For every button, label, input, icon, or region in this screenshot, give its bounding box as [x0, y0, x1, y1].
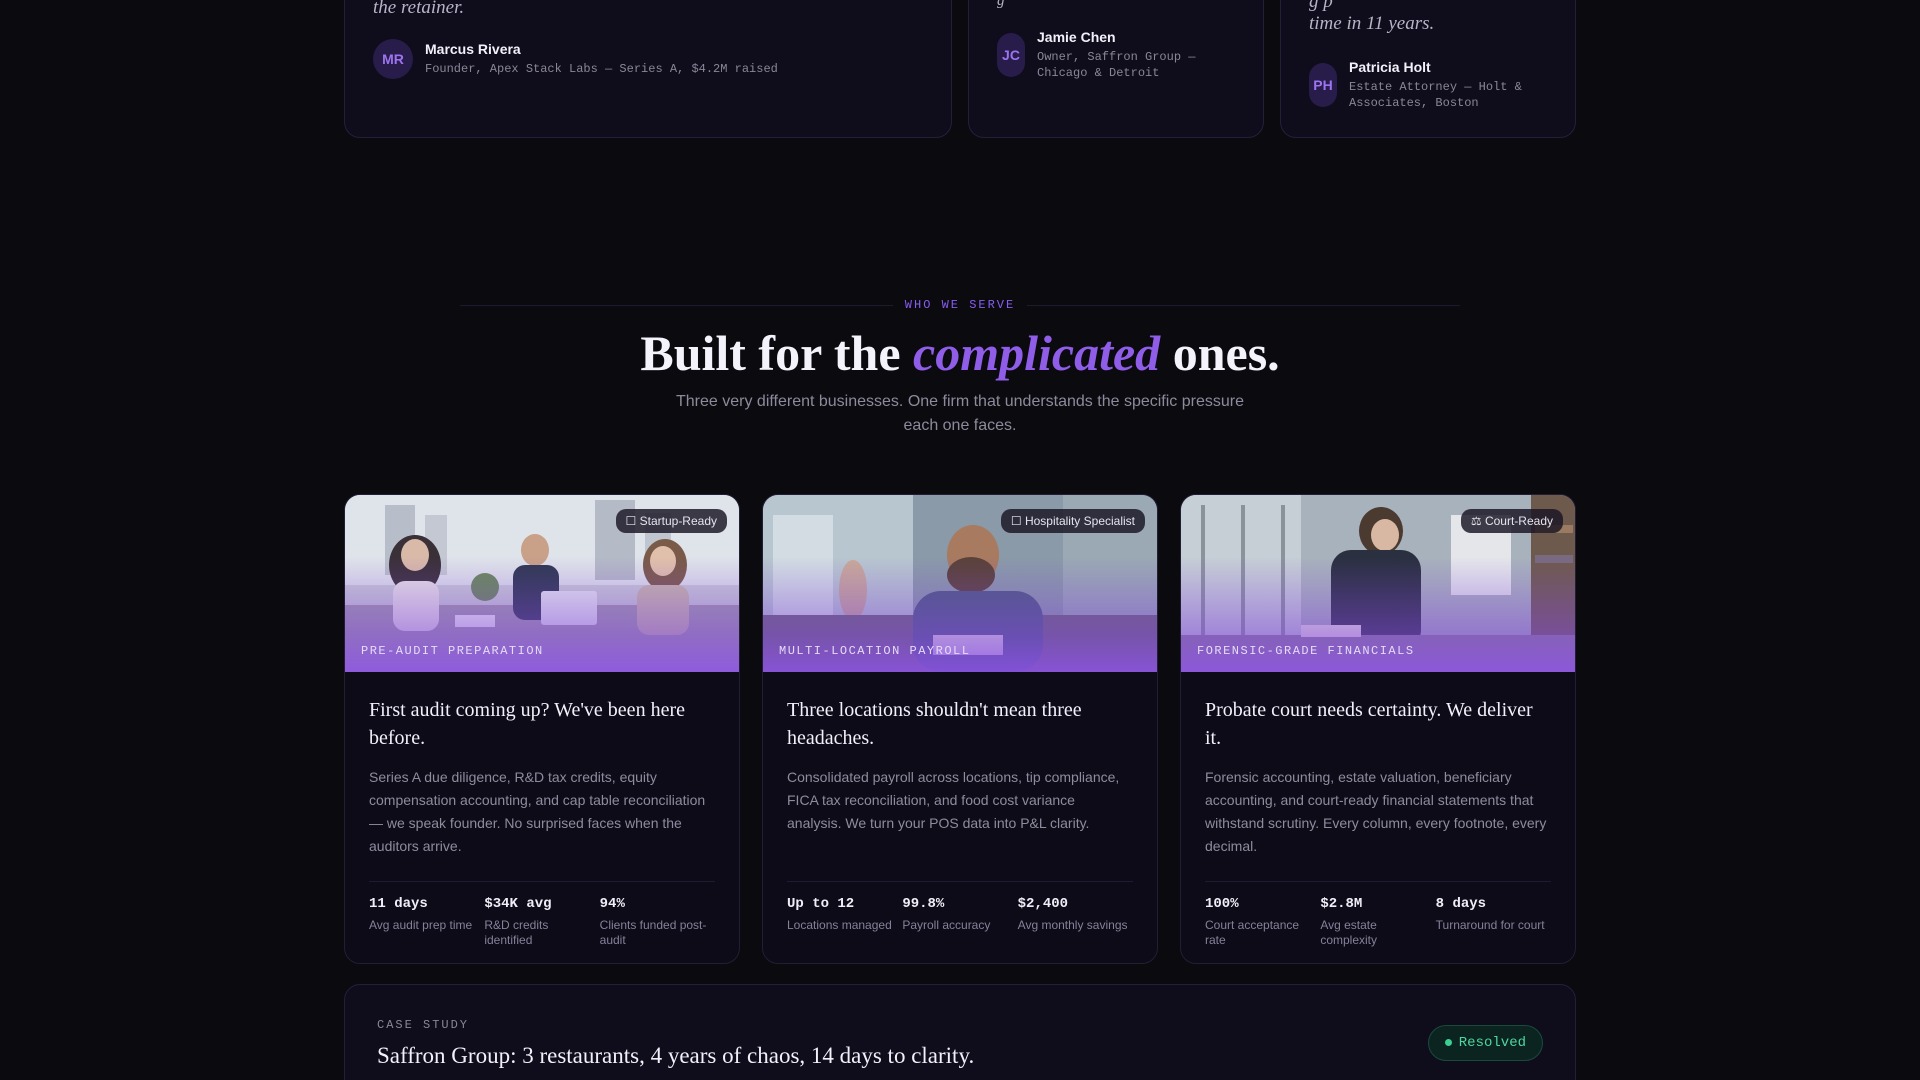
card-title: Probate court needs certainty. We delive…: [1205, 699, 1533, 749]
author-name: Patricia Holt: [1349, 59, 1431, 75]
testimonial-quote-line2: time in 11 years.: [1309, 13, 1435, 34]
badge-startup-ready: ☐ Startup-Ready: [615, 509, 727, 533]
stat-value: $2,400: [1017, 896, 1069, 912]
card-stats: 100% Court acceptance rate $2.8M Avg estat…: [1205, 896, 1551, 948]
stat-item: $2,400 Avg monthly savings: [1018, 896, 1133, 933]
stat-value: 8 days: [1435, 896, 1487, 912]
service-card-startup[interactable]: ☐ Startup-Ready PRE-AUDIT PREPARATION Fi…: [344, 494, 740, 964]
stat-value: $34K avg: [484, 896, 552, 912]
stat-item: Up to 12 Locations managed: [787, 896, 902, 933]
card-image: ☐ Hospitality Specialist MULTI-LOCATION …: [763, 495, 1157, 672]
stat-value: 99.8%: [902, 896, 945, 912]
stat-value: 11 days: [369, 896, 428, 912]
card-title: Three locations shouldn't mean three hea…: [787, 699, 1082, 749]
stat-value: 94%: [599, 896, 625, 912]
author-name: Jamie Chen: [1037, 29, 1116, 45]
card-divider: [787, 881, 1133, 882]
card-body: Three locations shouldn't mean three hea…: [763, 672, 1157, 933]
avatar: PH: [1309, 63, 1337, 107]
card-stats: Up to 12 Locations managed 99.8% Payroll a…: [787, 896, 1133, 933]
badge-hospitality-specialist: ☐ Hospitality Specialist: [1000, 509, 1145, 533]
card-description: Series A due diligence, R&D tax credits,…: [369, 769, 706, 854]
card-divider: [1205, 881, 1551, 882]
stat-label: Avg monthly savings: [1017, 918, 1128, 932]
stat-item: 100% Court acceptance rate: [1205, 896, 1320, 948]
section-subhead: Three very different businesses. One fir…: [676, 393, 1244, 434]
author-role-line2: Chicago & Detroit: [1037, 66, 1160, 80]
status-badge: Resolved: [1427, 1025, 1543, 1061]
author-role: Founder, Apex Stack Labs — Series A, $4.…: [425, 62, 778, 76]
testimonial-quote: the retainer.: [373, 0, 465, 18]
testimonial-card-3: g p time in 11 years. PH Patricia Holt E…: [1280, 0, 1576, 138]
testimonial-card-2: g JC Jamie Chen Owner, Saffron Group — C…: [968, 0, 1264, 138]
card-divider: [369, 881, 715, 882]
page: the retainer. MR Marcus Rivera Founder, …: [0, 0, 1920, 1080]
testimonial-card-1: the retainer. MR Marcus Rivera Founder, …: [344, 0, 952, 138]
card-description: Consolidated payroll across locations, t…: [787, 769, 1120, 831]
card-title: First audit coming up? We've been here b…: [369, 699, 685, 749]
headline-accent: complicated: [913, 325, 1161, 381]
author-role-line2: Associates, Boston: [1349, 96, 1479, 110]
stat-item: 94% Clients funded post-audit: [600, 896, 715, 948]
eyebrow-divider-left: [460, 304, 893, 306]
stat-label: Avg audit prep time: [369, 918, 473, 932]
card-description: Forensic accounting, estate valuation, b…: [1205, 769, 1547, 854]
stat-item: 11 days Avg audit prep time: [369, 896, 484, 948]
service-card-court[interactable]: ⚖ Court-Ready FORENSIC-GRADE FINANCIALS …: [1180, 494, 1576, 964]
testimonial-quote-line1: g p: [1309, 0, 1333, 12]
card-stats: 11 days Avg audit prep time $34K avg R&D c…: [369, 896, 715, 948]
case-study-card[interactable]: CASE STUDY Saffron Group: 3 restaurants,…: [344, 984, 1576, 1080]
status-dot-icon: [1444, 1038, 1452, 1046]
stat-label: Avg estate complexity: [1320, 918, 1378, 947]
image-label: FORENSIC-GRADE FINANCIALS: [1197, 644, 1415, 658]
badge-court-ready: ⚖ Court-Ready: [1460, 509, 1563, 533]
status-text: Resolved: [1458, 1035, 1526, 1051]
stat-item: $34K avg R&D credits identified: [484, 896, 599, 948]
testimonial-author: PH Patricia Holt Estate Attorney — Holt …: [1309, 59, 1522, 111]
card-image: ⚖ Court-Ready FORENSIC-GRADE FINANCIALS: [1181, 495, 1575, 672]
stat-label: Locations managed: [787, 918, 892, 932]
author-name: Marcus Rivera: [425, 41, 521, 57]
stat-item: $2.8M Avg estate complexity: [1320, 896, 1435, 948]
avatar: MR: [373, 39, 413, 79]
card-image: ☐ Startup-Ready PRE-AUDIT PREPARATION: [345, 495, 739, 672]
section-eyebrow-row: WHO WE SERVE: [460, 297, 1461, 313]
testimonial-quote: g: [997, 0, 1005, 9]
eyebrow-divider-right: [1027, 304, 1461, 306]
avatar: JC: [997, 33, 1025, 77]
service-card-hospitality[interactable]: ☐ Hospitality Specialist MULTI-LOCATION …: [762, 494, 1158, 964]
stat-label: Court acceptance rate: [1205, 918, 1300, 947]
testimonial-author: JC Jamie Chen Owner, Saffron Group — Chi…: [997, 29, 1195, 81]
stat-value: Up to 12: [787, 896, 855, 912]
card-body: Probate court needs certainty. We delive…: [1181, 672, 1575, 948]
section-headline: Built for the complicated ones.: [0, 324, 1920, 382]
image-label: PRE-AUDIT PREPARATION: [361, 644, 544, 658]
author-role-line1: Owner, Saffron Group —: [1037, 50, 1196, 64]
case-study-eyebrow: CASE STUDY: [377, 1018, 470, 1032]
case-study-title: Saffron Group: 3 restaurants, 4 years of…: [377, 1043, 975, 1068]
stat-label: Turnaround for court: [1435, 918, 1545, 932]
stat-label: R&D credits identified: [484, 918, 549, 947]
stat-value: $2.8M: [1320, 896, 1363, 912]
stat-item: 99.8% Payroll accuracy: [902, 896, 1017, 933]
stat-label: Clients funded post-audit: [599, 918, 707, 947]
headline-post: ones.: [1160, 325, 1280, 381]
image-label: MULTI-LOCATION PAYROLL: [779, 644, 971, 658]
headline-pre: Built for the: [640, 325, 914, 381]
section-eyebrow: WHO WE SERVE: [904, 298, 1016, 312]
stat-item: 8 days Turnaround for court: [1436, 896, 1551, 948]
stat-label: Payroll accuracy: [902, 918, 991, 932]
testimonial-author: MR Marcus Rivera Founder, Apex Stack Lab…: [373, 39, 778, 79]
stat-value: 100%: [1205, 896, 1239, 912]
author-role-line1: Estate Attorney — Holt &: [1349, 80, 1522, 94]
card-body: First audit coming up? We've been here b…: [345, 672, 739, 948]
